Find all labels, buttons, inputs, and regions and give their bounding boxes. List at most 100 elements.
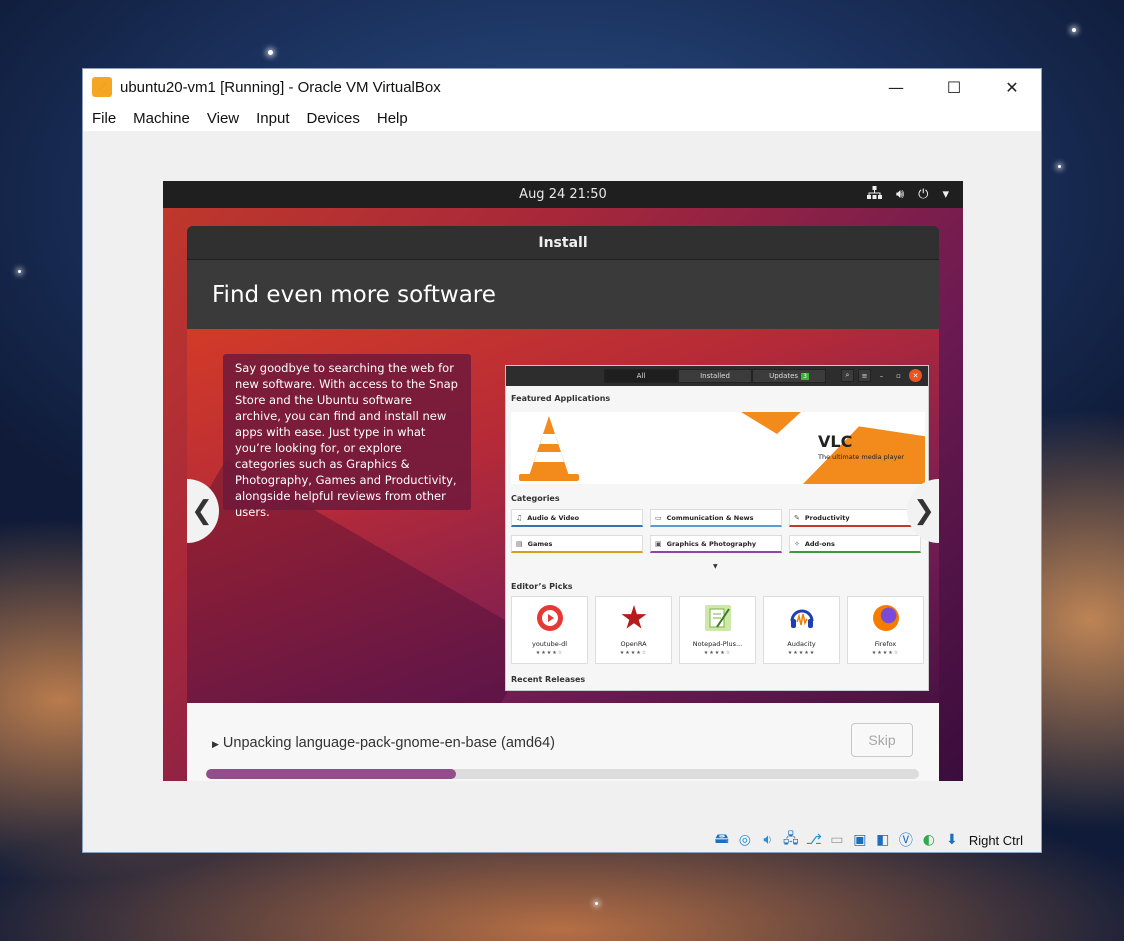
pick-name: Firefox	[874, 640, 897, 648]
video-capture-icon[interactable]: ◧	[873, 830, 893, 850]
menu-help[interactable]: Help	[377, 110, 408, 127]
openra-icon	[621, 605, 647, 629]
install-status[interactable]: ▶ Unpacking language-pack-gnome-en-base (…	[212, 735, 555, 751]
usb-icon[interactable]: ⎇	[804, 830, 824, 850]
categories-title: Categories	[511, 494, 560, 503]
chevron-left-icon: ❮	[191, 496, 213, 526]
menu-machine[interactable]: Machine	[133, 110, 190, 127]
pick-card: Notepad-Plus... ★★★★☆	[679, 596, 756, 664]
volume-icon[interactable]: 🔊︎	[896, 187, 904, 202]
banner-shape	[741, 412, 801, 434]
menu-view[interactable]: View	[207, 110, 239, 127]
menu-bar: File Machine View Input Devices Help	[83, 105, 1041, 131]
pick-name: youtube-dl	[531, 640, 567, 648]
category-grid: ♫ Audio & Video ▭ Communication & News ✎ Pr…	[511, 509, 921, 553]
slide-heading: Find even more software	[187, 260, 939, 329]
expander-arrow-icon: ▶	[212, 739, 219, 749]
pick-rating: ★★★★☆	[871, 650, 900, 656]
pick-rating: ★★★★☆	[703, 650, 732, 656]
category-label: Games	[527, 539, 553, 548]
guest-additions-icon[interactable]: ◐	[919, 830, 939, 850]
updates-badge: 3	[801, 372, 809, 380]
display-icon[interactable]: ▣	[850, 830, 870, 850]
music-icon: ♫	[516, 513, 523, 522]
window-title: ubuntu20-vm1 [Running] - Oracle VM Virtu…	[120, 78, 441, 96]
optical-drive-icon[interactable]: ◎	[735, 830, 755, 850]
menu-devices[interactable]: Devices	[307, 110, 360, 127]
tab-updates: Updates 3	[752, 369, 826, 383]
vlc-cone-icon	[519, 416, 579, 481]
tab-installed: Installed	[678, 369, 752, 383]
category-communication: ▭ Communication & News	[650, 509, 782, 527]
category-label: Communication & News	[666, 513, 754, 522]
previous-slide-button[interactable]: ❮	[187, 479, 219, 543]
minimize-icon: –	[879, 371, 884, 380]
menu-input[interactable]: Input	[256, 110, 289, 127]
system-tray[interactable]: 🔊︎ ⏻ ▾	[866, 181, 949, 208]
host-key-label[interactable]: Right Ctrl	[969, 833, 1023, 848]
gnome-top-bar: Aug 24 21:50 🔊︎ ⏻ ▾	[163, 181, 963, 208]
featured-banner: VLC The ultimate media player	[511, 412, 925, 484]
maximize-icon: ▫	[896, 371, 901, 380]
power-icon[interactable]: ⏻	[918, 187, 928, 202]
category-label: Productivity	[804, 513, 850, 522]
pick-card: OpenRA ★★★★☆	[595, 596, 672, 664]
pick-name: Notepad-Plus...	[692, 640, 743, 648]
window-controls: — ☐ ✕	[867, 69, 1041, 105]
maximize-button[interactable]: ☐	[925, 69, 983, 105]
star-decoration	[18, 270, 21, 273]
firefox-icon	[873, 605, 899, 631]
vm-display[interactable]: Aug 24 21:50 🔊︎ ⏻ ▾ Install Find even mo…	[163, 181, 963, 781]
pick-name: Audacity	[787, 640, 816, 648]
menu-file[interactable]: File	[92, 110, 116, 127]
virtualization-icon[interactable]: Ⓥ	[896, 830, 916, 850]
install-progress-bar	[206, 769, 919, 779]
title-bar[interactable]: ubuntu20-vm1 [Running] - Oracle VM Virtu…	[83, 69, 1041, 105]
category-games: ▤ Games	[511, 535, 643, 553]
software-tabs: All Installed Updates 3	[604, 369, 826, 383]
software-header: All Installed Updates 3 ⌕ ≡ – ▫ ✕	[506, 366, 928, 386]
network-adapter-icon[interactable]: 🖧	[781, 830, 801, 850]
star-decoration	[268, 50, 273, 55]
virtualbox-icon	[92, 77, 112, 97]
chevron-down-icon: ▼	[713, 563, 718, 570]
mouse-integration-icon[interactable]: ⬇	[942, 830, 962, 850]
audacity-icon	[789, 605, 815, 631]
pick-card: youtube-dl ★★★★☆	[511, 596, 588, 664]
edit-icon: ✎	[794, 513, 800, 522]
chat-icon: ▭	[655, 513, 662, 522]
hard-disk-icon[interactable]: 🖴	[712, 830, 732, 850]
pick-rating: ★★★★★	[787, 650, 816, 656]
recent-releases-title: Recent Releases	[511, 675, 586, 684]
tab-updates-label: Updates	[769, 372, 799, 380]
slide-description: Say goodbye to searching the web for new…	[223, 354, 471, 519]
install-status-text: Unpacking language-pack-gnome-en-base (a…	[222, 735, 556, 751]
category-label: Audio & Video	[527, 513, 580, 522]
close-button[interactable]: ✕	[983, 69, 1041, 105]
game-icon: ▤	[516, 539, 523, 548]
software-center-screenshot: All Installed Updates 3 ⌕ ≡ – ▫ ✕ Feature…	[505, 365, 929, 691]
banner-title: VLC	[818, 432, 853, 451]
star-decoration	[595, 902, 598, 905]
pick-rating: ★★★★☆	[535, 650, 564, 656]
menu-icon: ≡	[858, 369, 871, 382]
category-audio-video: ♫ Audio & Video	[511, 509, 643, 527]
network-icon[interactable]	[866, 186, 882, 203]
editors-picks-title: Editor’s Picks	[511, 582, 573, 591]
install-progress-area: ▶ Unpacking language-pack-gnome-en-base (…	[187, 703, 939, 781]
category-label: Add-ons	[804, 539, 835, 548]
youtube-dl-icon	[537, 605, 563, 631]
shared-folders-icon[interactable]: ▭	[827, 830, 847, 850]
puzzle-icon: ✧	[794, 539, 800, 548]
banner-subtitle: The ultimate media player	[818, 453, 905, 461]
minimize-button[interactable]: —	[867, 69, 925, 105]
skip-button[interactable]: Skip	[851, 723, 913, 757]
chevron-down-icon[interactable]: ▾	[942, 187, 949, 202]
dialog-title: Install	[187, 226, 939, 260]
audio-icon[interactable]: 🔉︎	[758, 830, 778, 850]
chevron-right-icon: ❯	[913, 496, 935, 526]
category-graphics: ▣ Graphics & Photography	[650, 535, 782, 553]
clock[interactable]: Aug 24 21:50	[519, 187, 607, 202]
category-label: Graphics & Photography	[666, 539, 757, 548]
image-icon: ▣	[655, 539, 662, 548]
